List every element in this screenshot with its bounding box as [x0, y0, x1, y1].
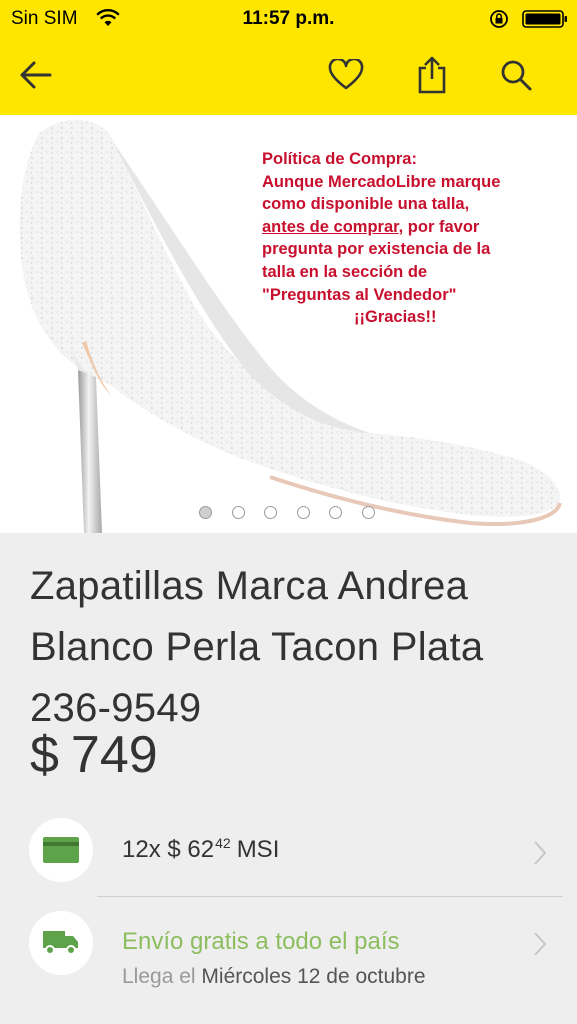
back-arrow-icon: [20, 61, 52, 89]
product-price: $749: [30, 725, 158, 785]
product-title-line: Blanco Perla Tacon Plata: [30, 625, 484, 669]
installments-icon-circle: [29, 818, 93, 882]
policy-line: pregunta por existencia de la: [262, 240, 491, 259]
navigation-bar: [0, 40, 577, 115]
row-divider: [97, 896, 563, 897]
share-icon: [418, 56, 446, 94]
page-dot[interactable]: [361, 506, 375, 519]
rotation-lock-icon: [490, 10, 508, 28]
policy-line: antes de comprar, por favor: [262, 216, 572, 239]
policy-line: Política de Compra:: [262, 150, 417, 168]
product-image-gallery[interactable]: Política de Compra: Aunque MercadoLibre …: [0, 115, 577, 533]
installments-text: 12x $ 6242 MSI: [122, 835, 279, 864]
arrival-estimate: Llega el Miércoles 12 de octubre: [122, 965, 426, 989]
policy-line: como disponible una talla,: [262, 195, 470, 214]
product-title-line: Zapatillas Marca Andrea: [30, 564, 469, 608]
page-dot[interactable]: [329, 506, 342, 519]
arrival-prefix: Llega el: [122, 965, 196, 988]
installments-amount: 62: [187, 836, 215, 863]
search-button[interactable]: [496, 55, 536, 95]
back-button[interactable]: [16, 55, 56, 95]
policy-text: , por favor: [398, 217, 480, 236]
price-currency: $: [30, 726, 59, 784]
free-shipping-text: Envío gratis a todo el país: [122, 928, 400, 955]
policy-underlined-text: antes de comprar: [262, 217, 399, 236]
app-header: Sin SIM 11:57 p.m.: [0, 0, 577, 115]
installments-count: 12x: [122, 836, 161, 863]
policy-line: "Preguntas al Vendedor": [262, 285, 457, 304]
arrival-date: Miércoles 12 de octubre: [201, 965, 426, 988]
credit-card-icon: [43, 837, 79, 863]
status-bar: Sin SIM 11:57 p.m.: [0, 0, 577, 40]
installments-row[interactable]: [0, 815, 577, 895]
policy-thanks: ¡¡Gracias!!: [354, 308, 437, 327]
gallery-page-indicator: [199, 506, 375, 522]
policy-line: talla en la sección de: [262, 262, 428, 281]
truck-icon: [43, 931, 78, 955]
price-amount: 749: [70, 726, 158, 784]
share-button[interactable]: [412, 55, 452, 95]
installments-cents: 42: [215, 835, 231, 851]
page-dot[interactable]: [296, 506, 310, 519]
page-dot[interactable]: [264, 506, 277, 519]
installments-suffix: MSI: [236, 836, 280, 863]
product-title: Zapatillas Marca Andrea Blanco Perla Tac…: [30, 556, 550, 739]
shipping-icon-circle: [29, 911, 93, 975]
search-icon: [501, 60, 532, 91]
purchase-policy-notice: Política de Compra: Aunque MercadoLibre …: [262, 148, 572, 329]
chevron-right-icon: [534, 841, 547, 865]
policy-line: Aunque MercadoLibre marque: [262, 172, 501, 191]
installments-currency: $: [167, 836, 181, 863]
page-dot[interactable]: [231, 506, 245, 519]
page-dot-active[interactable]: [199, 506, 212, 519]
heart-icon: [328, 59, 364, 90]
favorite-button[interactable]: [326, 55, 366, 95]
battery-icon: [522, 10, 567, 28]
chevron-right-icon: [534, 932, 547, 956]
